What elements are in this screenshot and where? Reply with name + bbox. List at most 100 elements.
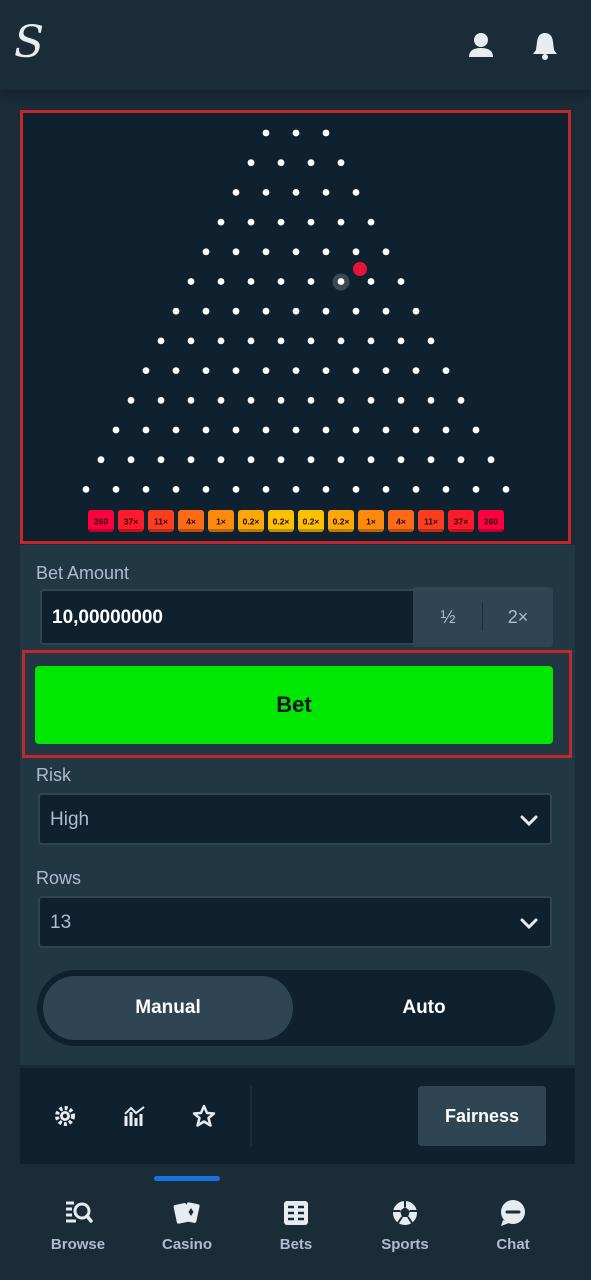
multiplier-box: 0.2× [268, 510, 294, 532]
plinko-peg [292, 307, 300, 315]
plinko-board: 260 37× 11× 4× 1× 0.2× 0.2× 0.2× 0.2× 1× 4× 11× 37× 2… [20, 110, 571, 544]
plinko-peg [202, 486, 210, 493]
plinko-peg [172, 307, 180, 315]
plinko-peg [322, 129, 330, 137]
bell-icon[interactable] [530, 30, 560, 60]
multiplier-box: 1× [358, 510, 384, 532]
plinko-peg [457, 396, 465, 404]
bet-button[interactable]: Bet [35, 666, 553, 744]
plinko-peg [397, 337, 405, 345]
settings-icon[interactable] [53, 1104, 77, 1128]
tab-manual[interactable]: Manual [43, 976, 293, 1040]
plinko-peg [307, 396, 315, 404]
plinko-peg [427, 396, 435, 404]
nav-sports[interactable]: Sports [355, 1198, 455, 1253]
plinko-peg [322, 426, 330, 434]
bet-amount-label: Bet Amount [36, 563, 130, 583]
plinko-peg [322, 307, 330, 315]
plinko-peg [307, 278, 315, 285]
plinko-peg [217, 218, 225, 226]
plinko-peg [232, 426, 240, 434]
half-bet-button[interactable]: ½ [413, 587, 483, 647]
plinko-peg [157, 337, 165, 345]
plinko-peg [127, 396, 135, 404]
plinko-peg [292, 367, 300, 374]
plinko-peg [187, 337, 195, 345]
plinko-peg [127, 456, 135, 464]
plinko-peg [277, 396, 285, 404]
tab-auto[interactable]: Auto [299, 976, 549, 1040]
bets-icon [284, 1201, 308, 1225]
nav-label: Chat [496, 1236, 530, 1253]
multiplier-label: 4× [396, 517, 406, 527]
plinko-peg [262, 367, 270, 374]
plinko-peg [247, 396, 255, 404]
nav-bets[interactable]: Bets [246, 1198, 346, 1253]
plinko-peg [142, 426, 150, 434]
plinko-peg [262, 307, 270, 315]
plinko-peg [112, 426, 120, 434]
plinko-peg [112, 486, 120, 493]
plinko-peg [397, 396, 405, 404]
plinko-peg [262, 426, 270, 434]
double-bet-button[interactable]: 2× [483, 587, 553, 647]
plinko-peg [157, 456, 165, 464]
plinko-peg [352, 307, 360, 315]
plinko-peg [97, 456, 105, 464]
stake-logo[interactable]: S [14, 18, 46, 68]
user-icon[interactable] [466, 30, 496, 60]
plinko-peg [277, 159, 285, 167]
plinko-peg [187, 456, 195, 464]
rows-select[interactable]: 13 [38, 896, 552, 948]
multiplier-label: 0.2× [243, 517, 260, 527]
plinko-peg [472, 426, 480, 434]
plinko-peg [472, 486, 480, 493]
plinko-peg [337, 396, 345, 404]
nav-chat[interactable]: Chat [463, 1198, 563, 1253]
stats-icon[interactable] [123, 1104, 147, 1128]
bottom-navigation: Browse Casino Bets Sports Chat [0, 1174, 591, 1280]
multiplier-label: 37× [124, 517, 138, 527]
casino-icon [173, 1202, 200, 1224]
plinko-peg [232, 486, 240, 493]
plinko-peg [292, 248, 300, 256]
nav-label: Casino [161, 1236, 212, 1253]
bet-amount-input[interactable]: 10,00000000 [40, 589, 415, 645]
plinko-peg [292, 129, 300, 137]
multiplier-box: 260 [88, 510, 114, 532]
plinko-peg [442, 367, 450, 374]
fairness-button[interactable]: Fairness [418, 1086, 546, 1146]
multiplier-label: 1× [216, 517, 226, 527]
footer-divider [250, 1086, 252, 1146]
plinko-peg [247, 159, 255, 167]
top-header: S [0, 0, 591, 90]
plinko-peg [367, 456, 375, 464]
plinko-peg [487, 456, 495, 464]
plinko-peg [352, 426, 360, 434]
plinko-peg [412, 426, 420, 434]
nav-label: Bets [279, 1236, 313, 1253]
plinko-peg [352, 486, 360, 493]
plinko-peg [187, 278, 195, 285]
plinko-peg [142, 486, 150, 493]
mode-toggle: Manual Auto [37, 970, 555, 1046]
rows-label: Rows [36, 868, 82, 888]
plinko-peg [307, 456, 315, 464]
plinko-peg [202, 367, 210, 374]
plinko-peg [322, 486, 330, 493]
bet-panel: Bet Amount 10,00000000 ½ 2× Bet Risk Hig… [20, 545, 575, 1065]
plinko-peg [307, 218, 315, 226]
multiplier-label: 1× [366, 517, 376, 527]
nav-casino[interactable]: Casino [137, 1198, 237, 1253]
plinko-peg [412, 486, 420, 493]
plinko-peg [172, 486, 180, 493]
nav-browse[interactable]: Browse [28, 1198, 128, 1253]
rows-value: 13 [50, 912, 72, 933]
plinko-peg [337, 218, 345, 226]
risk-select[interactable]: High [38, 793, 552, 845]
star-icon[interactable] [192, 1104, 216, 1128]
plinko-peg [142, 367, 150, 374]
plinko-peg [352, 367, 360, 374]
plinko-peg [277, 337, 285, 345]
plinko-peg [172, 367, 180, 374]
